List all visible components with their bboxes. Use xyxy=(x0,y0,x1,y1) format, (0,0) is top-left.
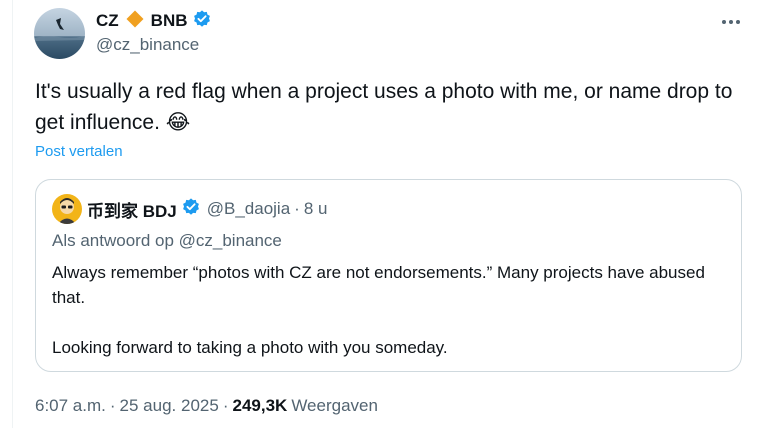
quote-author-handle[interactable]: @B_daojia xyxy=(207,199,290,219)
more-horizontal-icon xyxy=(722,20,740,24)
avatar-image xyxy=(34,8,85,59)
views-label[interactable]: Weergaven xyxy=(291,396,378,416)
author-block: CZ BNB @cz_binance xyxy=(96,8,212,55)
quote-paragraph: Always remember “photos with CZ are not … xyxy=(52,263,705,307)
tweet-time[interactable]: 6:07 a.m. xyxy=(35,396,106,416)
quote-author-avatar[interactable] xyxy=(52,194,82,224)
tweet-date[interactable]: 25 aug. 2025 xyxy=(120,396,219,416)
verified-badge-icon[interactable] xyxy=(181,197,201,222)
quote-header: 币到家 BDJ @B_daojia · 8 u xyxy=(87,196,327,222)
quoted-tweet-card[interactable]: 币到家 BDJ @B_daojia · 8 u Als antwoord op … xyxy=(35,179,742,372)
verified-badge-icon[interactable] xyxy=(192,9,212,34)
more-options-button[interactable] xyxy=(716,10,746,34)
avatar-image xyxy=(52,194,82,224)
quote-timestamp[interactable]: 8 u xyxy=(304,199,328,219)
translate-post-link[interactable]: Post vertalen xyxy=(35,143,123,160)
author-handle[interactable]: @cz_binance xyxy=(96,35,212,55)
quote-separator: · xyxy=(294,199,300,218)
author-name-row[interactable]: CZ BNB xyxy=(96,8,212,34)
bnb-diamond-icon xyxy=(125,9,145,34)
quote-paragraph: Looking forward to taking a photo with y… xyxy=(52,338,448,357)
author-avatar[interactable] xyxy=(34,8,85,59)
author-brand-label[interactable]: BNB xyxy=(151,11,188,31)
meta-separator: · xyxy=(109,396,116,415)
views-count[interactable]: 249,3K xyxy=(232,396,287,416)
quote-reply-context: Als antwoord op @cz_binance xyxy=(52,231,282,250)
quote-body: Always remember “photos with CZ are not … xyxy=(52,260,732,360)
author-display-name[interactable]: CZ xyxy=(96,11,119,31)
timeline-divider xyxy=(12,0,13,428)
quote-author-name[interactable]: 币到家 BDJ xyxy=(87,197,177,222)
tweet-meta: 6:07 a.m. · 25 aug. 2025 · 249,3K Weerga… xyxy=(35,396,378,416)
meta-separator: · xyxy=(222,396,229,415)
tweet-text: It's usually a red flag when a project u… xyxy=(35,80,733,134)
